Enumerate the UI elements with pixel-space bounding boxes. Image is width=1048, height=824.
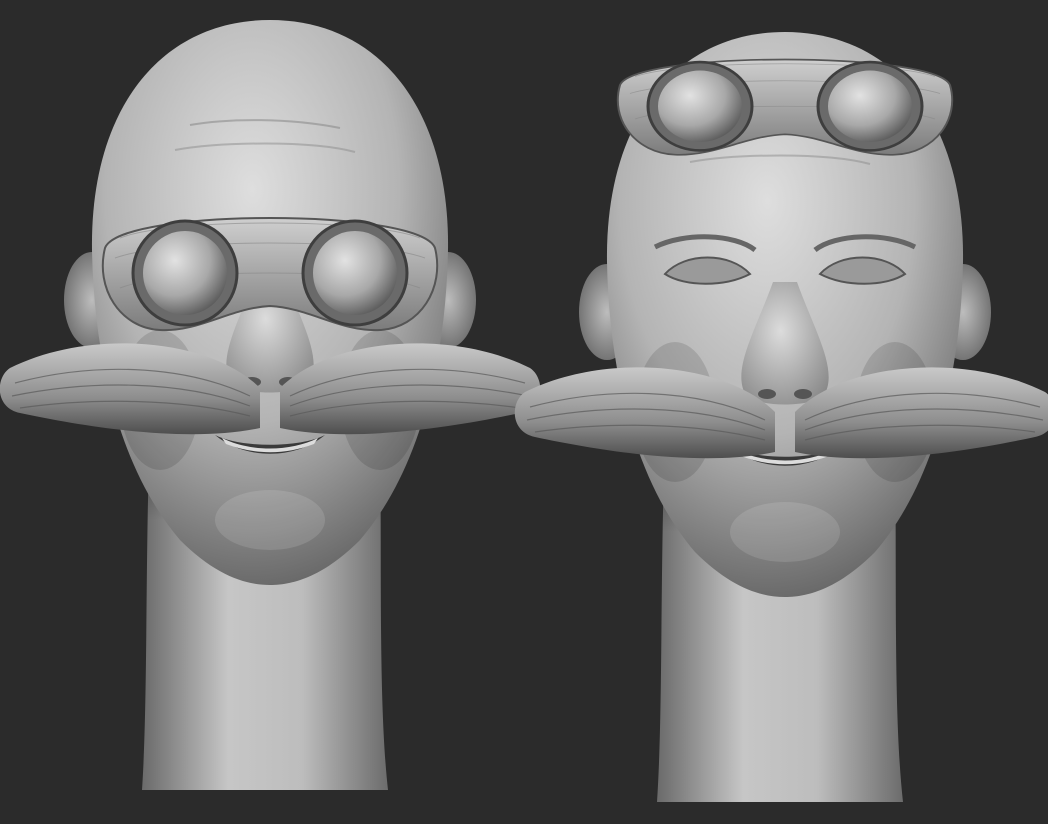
sculpt-render-scene [0, 0, 1048, 824]
sculpt-illustration [0, 0, 1048, 824]
